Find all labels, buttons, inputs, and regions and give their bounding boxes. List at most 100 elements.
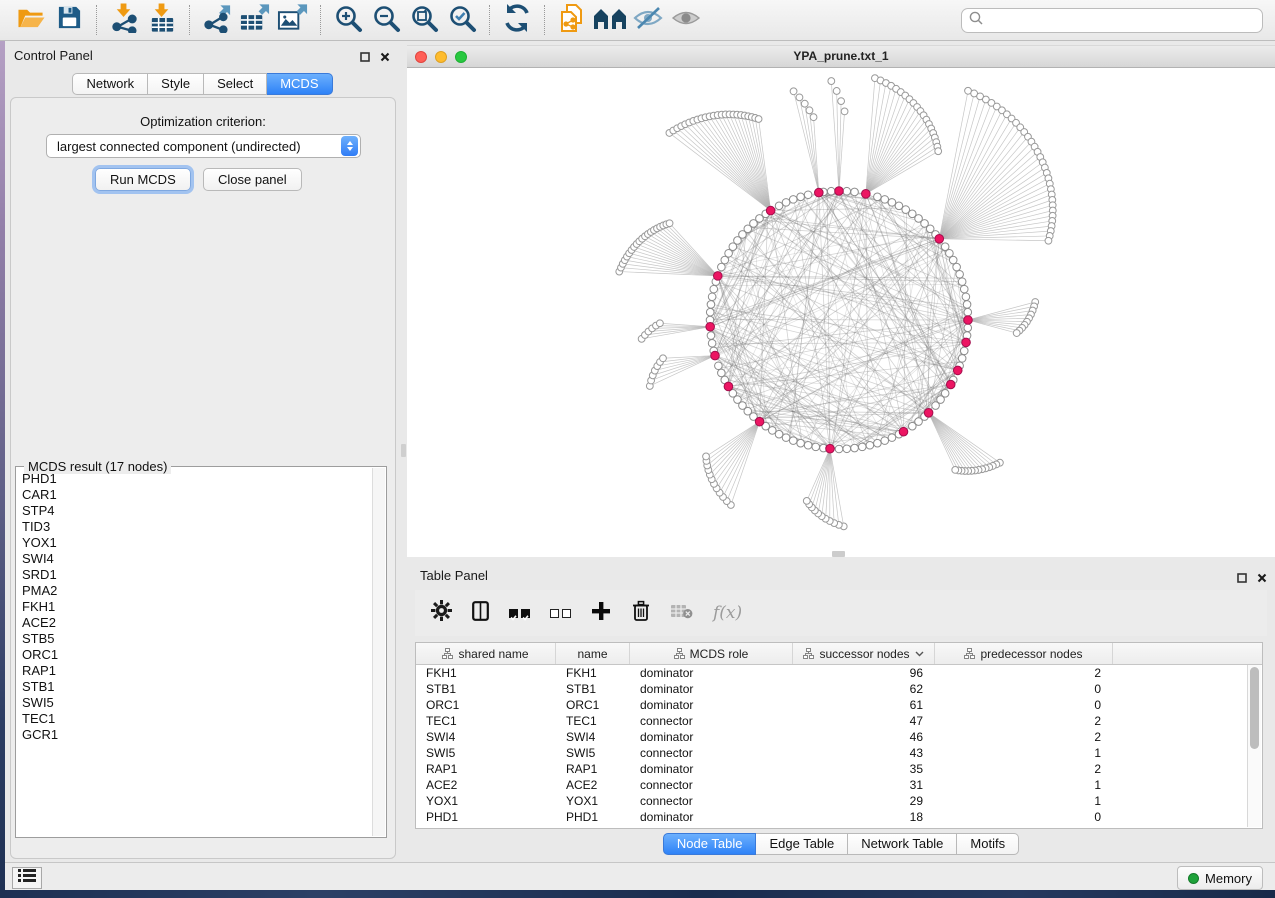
vertical-splitter-grip[interactable] xyxy=(401,444,406,457)
cell-name[interactable]: SWI4 xyxy=(556,730,630,744)
ring-node[interactable] xyxy=(708,339,716,347)
cell-successor_nodes[interactable]: 43 xyxy=(793,746,935,760)
cell-name[interactable]: SWI5 xyxy=(556,746,630,760)
cell-predecessor_nodes[interactable]: 2 xyxy=(935,666,1113,680)
ring-node[interactable] xyxy=(707,332,715,340)
hide-selected-button[interactable] xyxy=(629,3,667,37)
ring-node[interactable] xyxy=(949,256,957,264)
leaf-node[interactable] xyxy=(935,148,942,155)
mcds-hub-node[interactable] xyxy=(755,417,764,426)
mcds-result-item[interactable]: PMA2 xyxy=(22,583,373,599)
cell-name[interactable]: ACE2 xyxy=(556,778,630,792)
ring-node[interactable] xyxy=(908,422,916,430)
ring-node[interactable] xyxy=(874,439,882,447)
cell-name[interactable]: RAP1 xyxy=(556,762,630,776)
table-row[interactable]: PHD1PHD1dominator180 xyxy=(416,809,1262,825)
ring-node[interactable] xyxy=(874,193,882,201)
mcds-result-list[interactable]: PHD1CAR1STP4TID3YOX1SWI4SRD1PMA2FKH1ACE2… xyxy=(17,471,373,836)
table-settings-button[interactable] xyxy=(431,600,452,626)
cell-predecessor_nodes[interactable]: 0 xyxy=(935,682,1113,696)
table-row[interactable]: SWI4SWI4dominator462 xyxy=(416,729,1262,745)
ring-node[interactable] xyxy=(789,437,797,445)
mcds-hub-node[interactable] xyxy=(964,316,973,325)
network-graph[interactable] xyxy=(407,68,1275,557)
cell-shared_name[interactable]: FKH1 xyxy=(416,666,556,680)
cell-predecessor_nodes[interactable]: 2 xyxy=(935,714,1113,728)
mcds-result-item[interactable]: STB1 xyxy=(22,679,373,695)
leaf-node[interactable] xyxy=(801,100,808,107)
mcds-result-item[interactable]: GCR1 xyxy=(22,727,373,743)
ring-node[interactable] xyxy=(958,355,966,363)
ring-node[interactable] xyxy=(858,443,866,451)
close-panel-icon[interactable] xyxy=(380,49,390,67)
mcds-result-item[interactable]: CAR1 xyxy=(22,487,373,503)
cell-mcds_role[interactable]: dominator xyxy=(630,698,793,712)
ring-node[interactable] xyxy=(956,270,964,278)
tab-network-table[interactable]: Network Table xyxy=(848,833,957,855)
column-header-name[interactable]: name xyxy=(556,643,630,664)
leaf-node[interactable] xyxy=(952,466,959,473)
ring-node[interactable] xyxy=(881,196,889,204)
cell-shared_name[interactable]: SWI5 xyxy=(416,746,556,760)
mcds-hub-node[interactable] xyxy=(766,206,775,215)
leaf-node[interactable] xyxy=(796,94,803,101)
ring-node[interactable] xyxy=(958,278,966,286)
cell-name[interactable]: FKH1 xyxy=(556,666,630,680)
ring-node[interactable] xyxy=(851,444,859,452)
leaf-node[interactable] xyxy=(841,108,848,115)
ring-node[interactable] xyxy=(888,434,896,442)
table-row[interactable]: ORC1ORC1dominator610 xyxy=(416,697,1262,713)
mcds-hub-node[interactable] xyxy=(946,380,955,389)
ring-node[interactable] xyxy=(804,441,812,449)
float-panel-icon[interactable] xyxy=(360,49,370,67)
mcds-result-item[interactable]: ACE2 xyxy=(22,615,373,631)
cell-mcds_role[interactable]: connector xyxy=(630,778,793,792)
cell-shared_name[interactable]: ORC1 xyxy=(416,698,556,712)
ring-node[interactable] xyxy=(964,324,972,332)
horizontal-splitter-grip[interactable] xyxy=(832,551,845,557)
ring-node[interactable] xyxy=(782,199,790,207)
network-window-titlebar[interactable]: YPA_prune.txt_1 xyxy=(407,45,1275,68)
leaf-node[interactable] xyxy=(656,320,663,327)
mcds-hub-node[interactable] xyxy=(899,427,908,436)
column-header-MCDS-role[interactable]: MCDS role xyxy=(630,643,793,664)
cell-successor_nodes[interactable]: 61 xyxy=(793,698,935,712)
export-table-button[interactable] xyxy=(236,3,274,37)
leaf-node[interactable] xyxy=(1045,237,1052,244)
ring-node[interactable] xyxy=(715,362,723,370)
table-scrollbar-thumb[interactable] xyxy=(1250,667,1259,749)
delete-column-button[interactable] xyxy=(631,600,651,627)
mcds-hub-node[interactable] xyxy=(962,338,971,347)
ring-node[interactable] xyxy=(710,285,718,293)
mcds-result-item[interactable]: PHD1 xyxy=(22,471,373,487)
cell-mcds_role[interactable]: dominator xyxy=(630,682,793,696)
leaf-node[interactable] xyxy=(790,88,797,95)
tab-node-table[interactable]: Node Table xyxy=(663,833,757,855)
cell-successor_nodes[interactable]: 29 xyxy=(793,794,935,808)
cell-shared_name[interactable]: TEC1 xyxy=(416,714,556,728)
ring-node[interactable] xyxy=(707,301,715,309)
criterion-dropdown[interactable]: largest connected component (undirected) xyxy=(46,134,361,158)
cell-mcds_role[interactable]: dominator xyxy=(630,810,793,824)
mcds-hub-node[interactable] xyxy=(713,272,722,281)
zoom-in-button[interactable] xyxy=(329,3,367,37)
leaf-node[interactable] xyxy=(833,88,840,95)
ring-node[interactable] xyxy=(797,439,805,447)
ring-node[interactable] xyxy=(866,441,874,449)
table-scrollbar[interactable] xyxy=(1247,665,1261,827)
mcds-hub-node[interactable] xyxy=(862,190,871,199)
cell-successor_nodes[interactable]: 18 xyxy=(793,810,935,824)
zoom-fit-button[interactable] xyxy=(405,3,443,37)
table-row[interactable]: RAP1RAP1dominator352 xyxy=(416,761,1262,777)
open-session-button[interactable] xyxy=(12,3,50,37)
tab-style[interactable]: Style xyxy=(148,73,204,95)
ring-node[interactable] xyxy=(851,188,859,196)
memory-button[interactable]: Memory xyxy=(1177,866,1263,890)
mcds-result-item[interactable]: TID3 xyxy=(22,519,373,535)
tab-mcds[interactable]: MCDS xyxy=(267,73,332,95)
leaf-node[interactable] xyxy=(803,497,810,504)
close-panel-button[interactable]: Close panel xyxy=(203,168,302,191)
ring-node[interactable] xyxy=(718,263,726,271)
cell-name[interactable]: PHD1 xyxy=(556,810,630,824)
float-panel-icon[interactable] xyxy=(1237,570,1247,588)
